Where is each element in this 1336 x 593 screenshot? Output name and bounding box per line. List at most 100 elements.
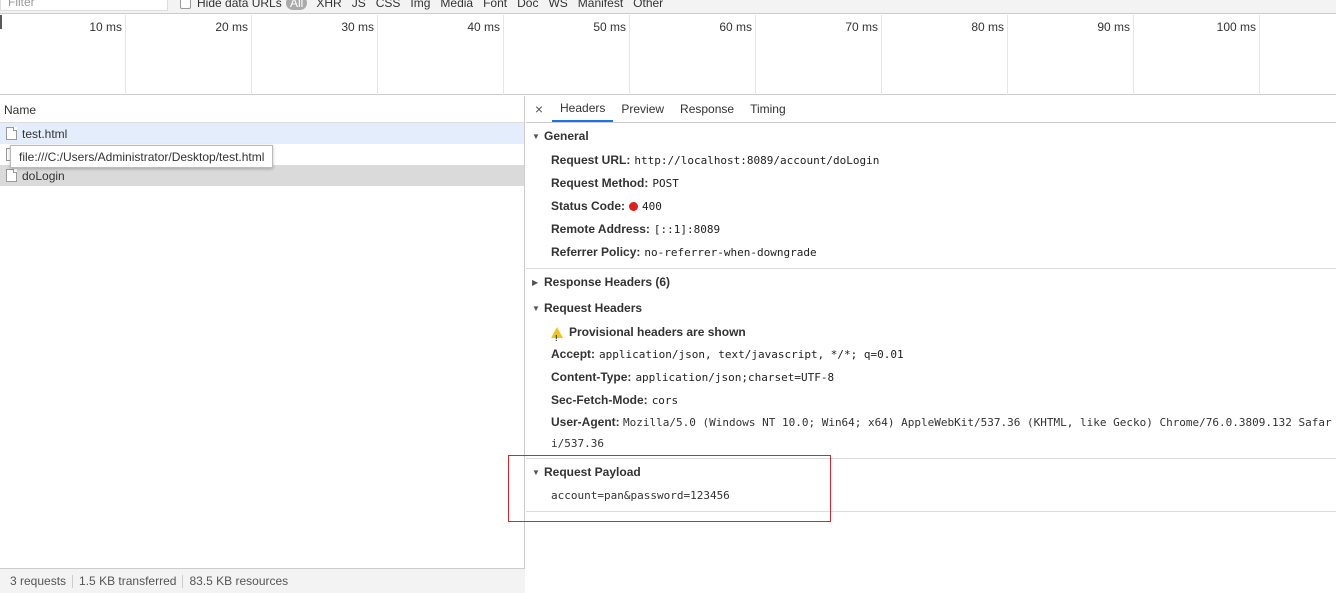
timeline-tick: 40 ms <box>378 15 504 95</box>
timeline-tick-label: 40 ms <box>467 20 500 34</box>
timeline-tick: 80 ms <box>882 15 1008 95</box>
field-value: POST <box>652 177 679 190</box>
filter-img[interactable]: Img <box>405 0 435 10</box>
field-key: Content-Type: <box>551 370 632 384</box>
section-title: Request Headers <box>544 301 643 315</box>
type-filter-group: All XHR JS CSS Img Media Font Doc WS Man… <box>286 0 668 10</box>
field-value: Mozilla/5.0 (Windows NT 10.0; Win64; x64… <box>551 416 1332 450</box>
timeline-tick: 70 ms <box>756 15 882 95</box>
filter-css[interactable]: CSS <box>371 0 406 10</box>
field-key: Referrer Policy: <box>551 245 641 259</box>
filter-manifest[interactable]: Manifest <box>573 0 628 10</box>
timeline-tick-label: 100 ms <box>1216 20 1256 34</box>
filter-media[interactable]: Media <box>435 0 478 10</box>
response-headers-section-header[interactable]: ▶ Response Headers (6) <box>526 269 1336 295</box>
request-payload-section-header[interactable]: ▼ Request Payload <box>526 459 1336 485</box>
tab-timing[interactable]: Timing <box>742 96 794 122</box>
hide-data-urls-label: Hide data URLs <box>197 0 282 10</box>
timeline-tick: 20 ms <box>126 15 252 95</box>
field-value: [::1]:8089 <box>653 223 721 236</box>
request-name: doLogin <box>22 168 65 183</box>
timeline-tick-label: 30 ms <box>341 20 374 34</box>
timeline-tick-label: 90 ms <box>1097 20 1130 34</box>
content-type-header-row: Content-Type: application/json;charset=UT… <box>526 366 1336 389</box>
transferred-size: 1.5 KB transferred <box>73 574 184 588</box>
expanded-triangle-icon: ▼ <box>532 467 540 477</box>
url-tooltip: file:///C:/Users/Administrator/Desktop/t… <box>10 145 274 168</box>
section-title: Response Headers (6) <box>544 275 671 289</box>
timeline-tick-label: 10 ms <box>89 20 122 34</box>
filter-input[interactable]: Filter <box>0 0 168 11</box>
detail-tab-bar: × Headers Preview Response Timing <box>526 96 1336 123</box>
timeline-tick: 10 ms <box>0 15 126 95</box>
timeline-tick: 90 ms <box>1008 15 1134 95</box>
status-code-row: Status Code: 400 <box>526 195 1336 218</box>
tab-headers[interactable]: Headers <box>552 96 614 122</box>
close-icon[interactable]: × <box>526 96 552 122</box>
expanded-triangle-icon: ▼ <box>532 131 540 141</box>
referrer-policy-row: Referrer Policy: no-referrer-when-downgra… <box>526 241 1336 264</box>
document-icon <box>6 127 17 140</box>
section-title: General <box>544 129 589 143</box>
expanded-triangle-icon: ▼ <box>532 303 540 313</box>
field-value: no-referrer-when-downgrade <box>644 246 817 259</box>
filter-js[interactable]: JS <box>347 0 371 10</box>
error-status-dot-icon <box>629 202 639 211</box>
request-row-dologin[interactable]: doLogin <box>0 165 524 186</box>
hide-data-urls-option[interactable]: Hide data URLs <box>180 0 282 10</box>
document-icon <box>6 169 17 182</box>
payload-value: account=pan&password=123456 <box>551 489 730 502</box>
field-key: Request Method: <box>551 176 649 190</box>
timeline-tick-label: 60 ms <box>719 20 752 34</box>
section-title: Request Payload <box>544 465 641 479</box>
field-value: application/json;charset=UTF-8 <box>635 371 835 384</box>
field-value: application/json, text/javascript, */*; … <box>599 348 904 361</box>
filter-all[interactable]: All <box>286 0 308 10</box>
request-headers-section: ▼ Request Headers Provisional headers ar… <box>526 295 1336 459</box>
warning-text: Provisional headers are shown <box>569 325 746 339</box>
request-row-test-html[interactable]: test.html <box>0 123 524 144</box>
filter-other[interactable]: Other <box>628 0 668 10</box>
warning-icon <box>551 326 563 350</box>
remote-address-row: Remote Address: [::1]:8089 <box>526 218 1336 241</box>
name-column-header[interactable]: Name <box>0 96 524 123</box>
field-value: http://localhost:8089/account/doLogin <box>634 154 880 167</box>
hide-data-urls-checkbox[interactable] <box>180 0 191 9</box>
filter-doc[interactable]: Doc <box>512 0 543 10</box>
request-detail-pane: × Headers Preview Response Timing ▼ Gene… <box>526 96 1336 593</box>
general-section: ▼ General Request URL: http://localhost:8… <box>526 123 1336 269</box>
user-agent-header-row: User-Agent: Mozilla/5.0 (Windows NT 10.0… <box>526 412 1336 454</box>
request-name: test.html <box>22 126 68 141</box>
field-key: Status Code: <box>551 199 626 213</box>
collapsed-triangle-icon: ▶ <box>532 277 539 287</box>
summary-status-bar: 3 requests 1.5 KB transferred 83.5 KB re… <box>0 568 525 593</box>
request-list-pane: Name test.html doLogin file:///C:/Users/… <box>0 96 525 593</box>
accept-header-row: Accept: application/json, text/javascript… <box>526 343 1336 366</box>
field-key: Remote Address: <box>551 222 650 236</box>
resources-size: 83.5 KB resources <box>189 573 289 588</box>
timeline-tick: 30 ms <box>252 15 378 95</box>
timeline-tick: 60 ms <box>630 15 756 95</box>
request-headers-section-header[interactable]: ▼ Request Headers <box>526 295 1336 321</box>
filter-ws[interactable]: WS <box>543 0 572 10</box>
timeline-tick-label: 50 ms <box>593 20 626 34</box>
field-key: Request URL: <box>551 153 631 167</box>
timeline-tick-label: 70 ms <box>845 20 878 34</box>
tab-preview[interactable]: Preview <box>613 96 672 122</box>
sec-fetch-mode-header-row: Sec-Fetch-Mode: cors <box>526 389 1336 412</box>
filter-toolbar: Filter Hide data URLs All XHR JS CSS Img… <box>0 0 1336 14</box>
request-count: 3 requests <box>4 574 74 588</box>
tab-response[interactable]: Response <box>672 96 742 122</box>
timeline-tick-label: 20 ms <box>215 20 248 34</box>
filter-font[interactable]: Font <box>478 0 512 10</box>
general-section-header[interactable]: ▼ General <box>526 123 1336 149</box>
request-method-row: Request Method: POST <box>526 172 1336 195</box>
filter-xhr[interactable]: XHR <box>311 0 346 10</box>
request-url-row: Request URL: http://localhost:8089/accoun… <box>526 149 1336 172</box>
timeline-tick-label: 80 ms <box>971 20 1004 34</box>
field-key: Sec-Fetch-Mode: <box>551 393 648 407</box>
timeline-overview[interactable]: 10 ms 20 ms 30 ms 40 ms 50 ms 60 ms 70 m… <box>0 15 1336 95</box>
provisional-headers-warning: Provisional headers are shown <box>526 321 1336 350</box>
field-value: cors <box>651 394 679 407</box>
timeline-tick: 100 ms <box>1134 15 1260 95</box>
